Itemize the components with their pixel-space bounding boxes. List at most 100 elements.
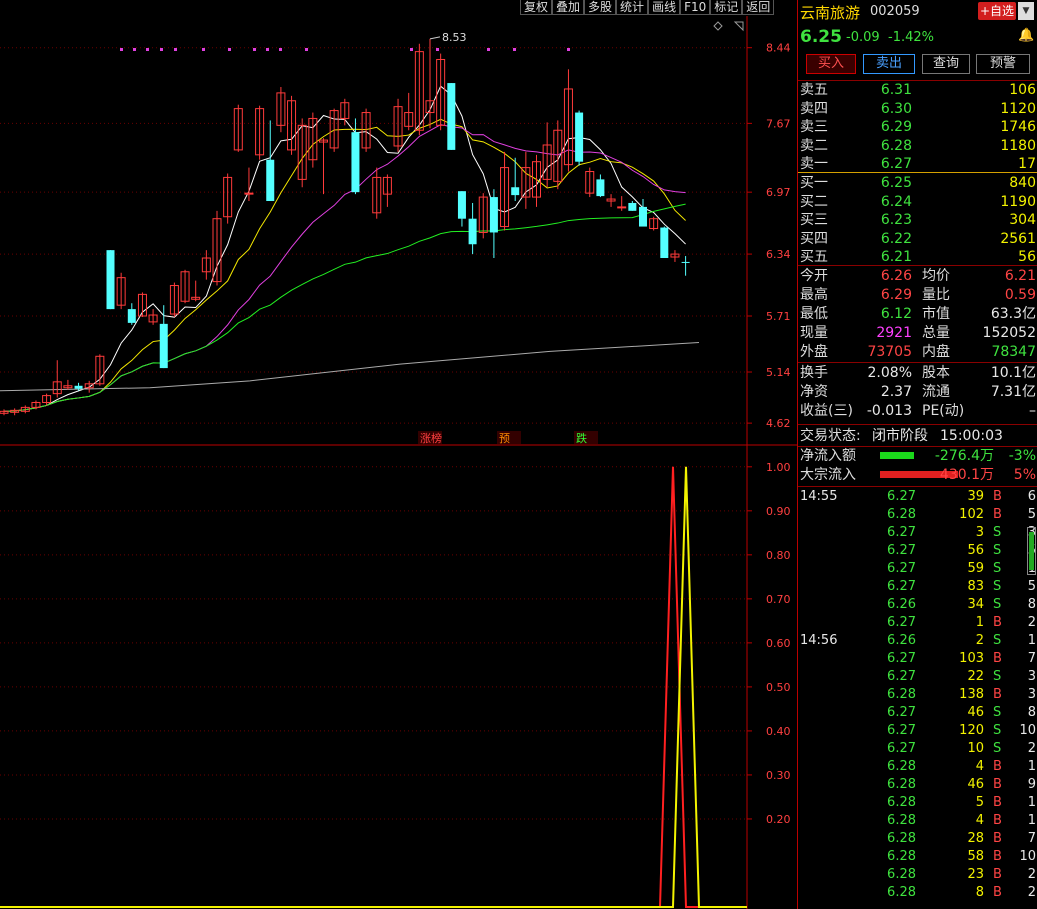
toolbar-item-1[interactable]: 叠加	[552, 0, 585, 15]
level-volume: 106	[1009, 82, 1036, 98]
signal-dot	[133, 48, 136, 51]
indicator-tick-label: 1.00	[766, 461, 791, 474]
quote-row: 现量 2921 总量 152052	[800, 325, 1036, 341]
asks-level-4[interactable]: 卖二 6.28 1180	[798, 137, 1037, 155]
tick-row: 6.28 102 B 5	[887, 507, 1036, 522]
buy-button[interactable]: 买入	[806, 54, 856, 74]
toolbar-item-2[interactable]: 多股	[584, 0, 617, 15]
candle-body	[244, 192, 254, 195]
fund-row: 收益(三) -0.013 PE(动) –	[800, 403, 1036, 419]
tick-row: 6.2759S1	[887, 561, 1036, 576]
level-volume: 840	[1009, 175, 1036, 191]
signal-dot	[253, 48, 256, 51]
signal-dot	[174, 48, 177, 51]
toolbar-item-4[interactable]: 画线	[648, 0, 681, 15]
level-volume: 56	[1018, 249, 1036, 265]
signal-dot	[567, 48, 570, 51]
candle-body	[351, 132, 360, 193]
level-volume: 1120	[1000, 100, 1036, 117]
asks-level-1[interactable]: 卖五 6.31 106	[798, 81, 1037, 99]
candle-body	[106, 250, 115, 310]
signal-dot	[202, 48, 205, 51]
price-tick-label: 5.71	[766, 310, 791, 323]
event-marker: 预	[499, 432, 510, 445]
candle-body	[575, 112, 584, 162]
level-volume: 17	[1018, 156, 1036, 172]
sell-button[interactable]: 卖出	[863, 54, 915, 74]
dropdown-icon[interactable]: ▼	[1018, 2, 1034, 20]
quote-row: 今开 6.26 均价 6.21	[800, 268, 1036, 284]
level-price: 6.27	[880, 156, 912, 172]
level-volume: 304	[1009, 212, 1036, 228]
tick-row: 6.28 46 B 9	[887, 777, 1036, 792]
bids-level-1[interactable]: 买一 6.25 840	[798, 174, 1037, 192]
candle-body	[511, 187, 520, 196]
asks-level-2[interactable]: 卖四 6.30 1120	[798, 100, 1037, 118]
candle-body	[457, 191, 466, 219]
tick-row: 6.27 10 S 2	[887, 741, 1036, 756]
query-button[interactable]: 查询	[922, 54, 970, 74]
event-marker: 涨榜	[420, 431, 442, 445]
ma-line	[3, 85, 686, 412]
asks-level-5[interactable]: 卖一 6.27 17	[798, 155, 1037, 173]
toolbar-item-5[interactable]: F10	[680, 0, 711, 15]
price-tick-label: 8.44	[766, 42, 791, 55]
level-volume: 1180	[1000, 137, 1036, 154]
ma-line	[3, 203, 686, 412]
alert-button[interactable]: 预警	[976, 54, 1030, 74]
price-tick-label: 6.97	[766, 186, 791, 199]
ma-line	[0, 342, 700, 392]
toolbar-item-0[interactable]: 复权	[520, 0, 553, 15]
toolbar-item-3[interactable]: 统计	[616, 0, 649, 15]
signal-dot	[513, 48, 516, 51]
candle-body	[639, 206, 647, 227]
tick-row: 6.27 120 S 10	[887, 723, 1036, 738]
level-label: 买四	[800, 230, 828, 247]
expand-icon	[733, 21, 744, 32]
toolbar-item-6[interactable]: 标记	[710, 0, 743, 15]
price-tick-label: 6.34	[766, 248, 791, 261]
moving-averages	[0, 85, 700, 412]
chart-toolbar: 复权 叠加 多股 统计 画线 F10 标记 返回	[520, 0, 796, 16]
bids-level-3[interactable]: 买三 6.23 304	[798, 211, 1037, 229]
level-price: 6.25	[880, 175, 912, 191]
quote-row: 外盘 73705 内盘 78347	[800, 344, 1036, 360]
bids-level-2[interactable]: 买二 6.24 1190	[798, 193, 1037, 211]
candle-body	[617, 206, 627, 209]
tick-row: 6.26 34 S 8	[887, 597, 1036, 612]
asks-level-3[interactable]: 卖三 6.29 1746	[798, 118, 1037, 136]
tick-row: 6.28 4 B 1	[887, 813, 1036, 828]
price-tick-label: 7.67	[766, 117, 791, 130]
candle-body	[468, 218, 477, 245]
candle-body	[596, 179, 605, 197]
stock-name: 云南旅游	[800, 4, 861, 22]
tick-row: 6.28 58 B 10	[887, 849, 1036, 864]
candle-body	[447, 83, 456, 150]
level-volume: 1746	[1000, 119, 1036, 135]
chart-area[interactable]: 8.44 7.67 6.97 6.34 5.71 5.14 4.62 8.53 涨榜 预 跌 1.0…	[0, 0, 797, 909]
tick-row: 6.27 83 S 5	[887, 579, 1036, 594]
tick-scrollbar[interactable]	[1027, 527, 1036, 575]
level-label: 卖三	[800, 119, 828, 135]
indicator-tick-label: 0.20	[766, 813, 791, 826]
level-price: 6.31	[880, 82, 912, 98]
bids-level-5[interactable]: 买五 6.21 56	[798, 248, 1037, 266]
indicator-tick-label: 0.80	[766, 549, 791, 562]
bids-level-4[interactable]: 买四 6.22 2561	[798, 230, 1037, 248]
level-price: 6.22	[880, 230, 912, 247]
indicator-tick-label: 0.50	[766, 681, 791, 694]
candle-body	[628, 202, 637, 211]
tick-row: 6.27 22 S 3	[887, 669, 1036, 684]
signal-dot	[487, 48, 490, 51]
toolbar-item-7[interactable]: 返回	[742, 0, 775, 15]
tick-row: 14:56 6.26 2 S 1	[800, 633, 1036, 648]
candle-body	[660, 227, 669, 259]
block-inflow: 大宗流入 430.1万 5%	[800, 467, 1036, 483]
tick-row: 6.27 1 B 2	[887, 615, 1036, 630]
add-favorite-button[interactable]: +自选	[978, 2, 1016, 20]
bell-icon[interactable]: 🔔	[1018, 28, 1034, 43]
signal-dot	[436, 48, 439, 51]
ma-line	[3, 124, 686, 412]
level-label: 买二	[800, 193, 828, 210]
signal-dot	[160, 48, 163, 51]
